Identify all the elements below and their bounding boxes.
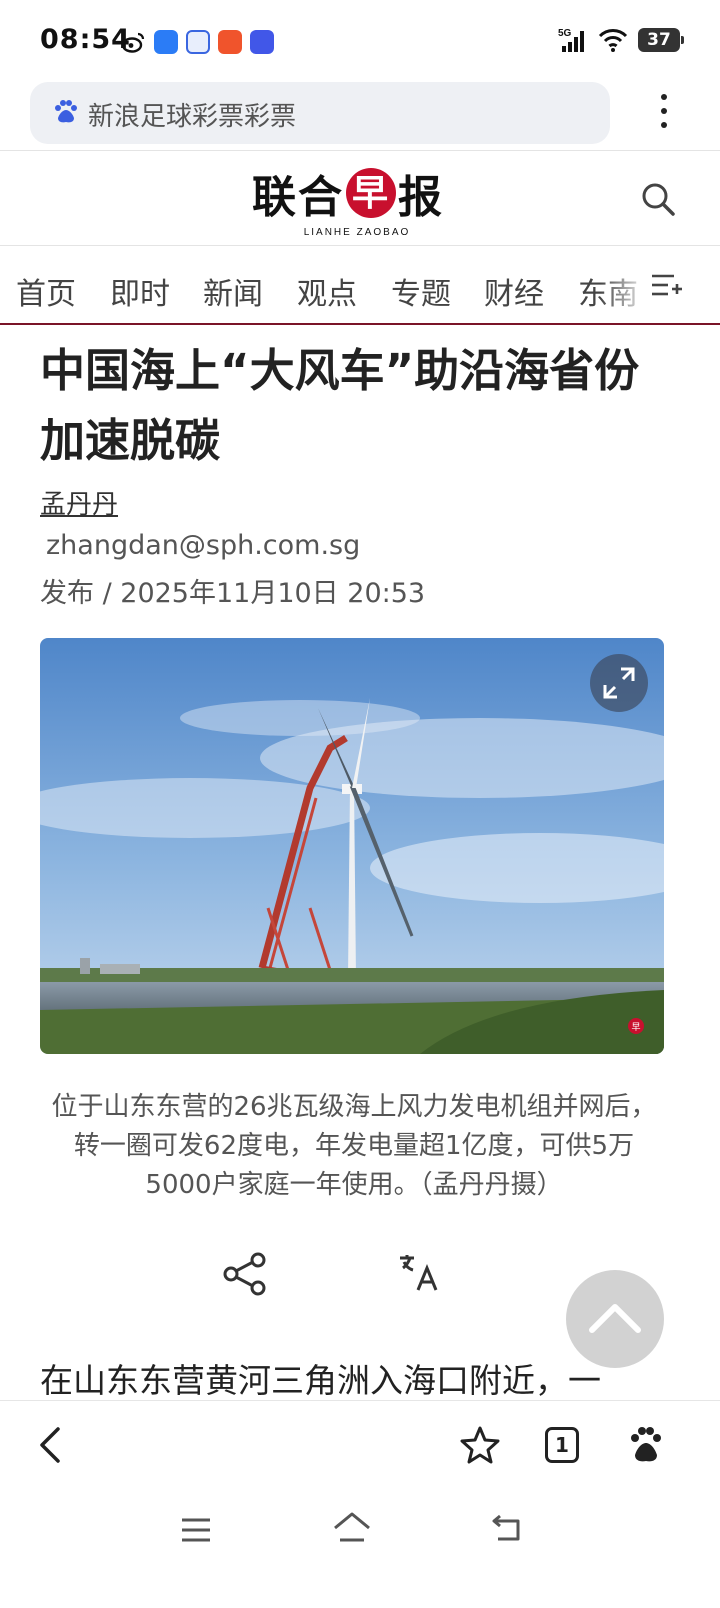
publish-date: 发布 / 2025年11月10日 20:53 bbox=[40, 578, 426, 609]
back-nav-icon[interactable] bbox=[490, 1512, 524, 1544]
tab-home[interactable]: 首页 bbox=[16, 269, 76, 313]
nav-more-button[interactable] bbox=[650, 247, 720, 323]
site-header: 联合 早 报 LIANHE ZAOBAO bbox=[0, 150, 720, 246]
network-type: 5G bbox=[558, 28, 572, 39]
expand-image-button[interactable] bbox=[590, 654, 648, 712]
list-add-icon bbox=[652, 274, 682, 296]
share-icon[interactable] bbox=[222, 1252, 268, 1296]
translate-icon[interactable] bbox=[396, 1252, 442, 1296]
section-nav: 首页 即时 新闻 观点 专题 财经 东南 bbox=[0, 247, 720, 325]
logo-english: LIANHE ZAOBAO bbox=[303, 227, 411, 238]
baidu-news-icon bbox=[186, 30, 210, 54]
search-icon[interactable] bbox=[640, 181, 676, 217]
weibo-icon bbox=[122, 32, 145, 53]
photo-watermark: 早 bbox=[631, 1022, 640, 1033]
tab-topics[interactable]: 专题 bbox=[391, 269, 451, 313]
menu-icon[interactable] bbox=[180, 1516, 212, 1544]
wind-turbine-photo: 早 bbox=[40, 638, 664, 1054]
author-email: zhangdan@sph.com.sg bbox=[46, 530, 361, 561]
address-bar[interactable]: 新浪足球彩票彩票 bbox=[30, 82, 610, 144]
tabs-count-button[interactable]: 1 bbox=[545, 1427, 579, 1463]
tab-realtime[interactable]: 即时 bbox=[110, 269, 170, 313]
article-body-first-line: 在山东东营黄河三角洲入海口附近，一 bbox=[40, 1361, 601, 1400]
article-photo[interactable]: 早 bbox=[40, 638, 664, 1054]
tab-opinion[interactable]: 观点 bbox=[297, 269, 357, 313]
status-right: 5G 37 bbox=[558, 26, 684, 54]
article-title: 中国海上“大风车”助沿海省份加速脱碳 bbox=[40, 344, 640, 467]
logo-text-left: 联合 bbox=[252, 172, 344, 223]
logo-text-right: 报 bbox=[398, 172, 444, 223]
wifi-icon bbox=[598, 29, 628, 52]
status-time: 08:54 bbox=[40, 24, 131, 55]
app-notification-icon bbox=[154, 30, 178, 54]
tab-finance[interactable]: 财经 bbox=[484, 269, 544, 313]
signal-icon: 5G bbox=[558, 28, 584, 52]
photo-caption: 位于山东东营的26兆瓦级海上风力发电机组并网后，转一圈可发62度电，年发电量超1… bbox=[51, 1092, 657, 1200]
vivo-icon bbox=[250, 30, 274, 54]
zaobao-logo[interactable]: 联合 早 报 LIANHE ZAOBAO bbox=[252, 161, 462, 241]
home-icon[interactable] bbox=[332, 1510, 372, 1546]
shopping-app-icon bbox=[218, 30, 242, 54]
author-link[interactable]: 孟丹丹 bbox=[40, 484, 118, 521]
back-icon[interactable] bbox=[36, 1425, 66, 1465]
baidu-home-icon[interactable] bbox=[628, 1425, 664, 1465]
tab-news[interactable]: 新闻 bbox=[203, 269, 263, 313]
bookmark-star-icon[interactable] bbox=[460, 1425, 500, 1465]
status-bar: 08:54 5G 37 bbox=[0, 0, 720, 80]
more-menu-button[interactable] bbox=[658, 94, 670, 134]
logo-circle-char: 早 bbox=[346, 168, 396, 218]
baidu-paw-icon bbox=[55, 100, 77, 123]
nav-fade bbox=[600, 247, 650, 323]
search-query: 新浪足球彩票彩票 bbox=[88, 102, 297, 132]
browser-bottom-bar: 1 bbox=[0, 1400, 720, 1490]
system-nav-bar bbox=[0, 1490, 720, 1608]
battery-level: 37 bbox=[638, 28, 684, 52]
expand-icon bbox=[603, 667, 635, 699]
notification-icons bbox=[122, 30, 274, 54]
